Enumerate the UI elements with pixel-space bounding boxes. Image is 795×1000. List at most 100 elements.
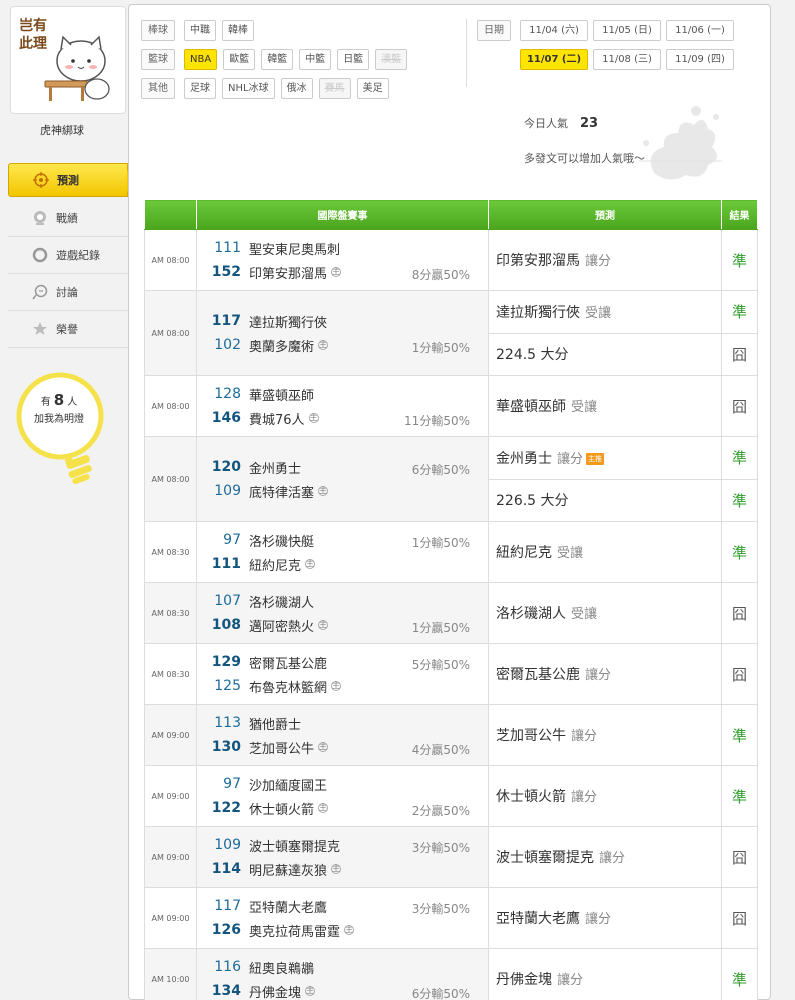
- game-cell: 120 金州勇士 109 底特律活塞主 6分輸50%: [196, 436, 489, 522]
- table-row: AM 08:00 111 聖安東尼奧馬刺 152 印第安那溜馬主 8分贏50% 印第安那溜馬…: [144, 229, 758, 291]
- popularity-label: 今日人氣: [524, 117, 568, 130]
- date-chip[interactable]: 11/06 (一): [666, 19, 734, 41]
- nav-item-predict[interactable]: 預測: [8, 163, 137, 197]
- prediction-team[interactable]: 亞特蘭大老鷹: [496, 911, 580, 927]
- home-team-number: 146: [211, 410, 241, 426]
- home-team: 109 底特律活塞主: [197, 479, 488, 503]
- home-team-name[interactable]: 芝加哥公牛: [249, 738, 314, 757]
- away-team: 113 猶他爵士: [197, 711, 488, 735]
- nav-item-honor[interactable]: 榮譽: [8, 311, 128, 348]
- prediction-team[interactable]: 芝加哥公牛: [496, 728, 566, 744]
- prediction-team[interactable]: 華盛頓巫師: [496, 399, 566, 415]
- prediction-team[interactable]: 丹佛金塊: [496, 972, 552, 988]
- lamp-suffix: 人: [67, 397, 78, 408]
- home-team-name[interactable]: 奧克拉荷馬雷霆: [249, 921, 340, 940]
- league-chip[interactable]: NHL冰球: [222, 77, 275, 99]
- username[interactable]: 虎神綁球: [0, 122, 124, 138]
- away-team-number: 128: [214, 386, 241, 402]
- league-chip[interactable]: 俄冰: [280, 77, 313, 99]
- home-team-name[interactable]: 印第安那溜馬: [249, 263, 327, 282]
- game-time: AM 08:00: [144, 436, 197, 522]
- table-row: AM 08:00 128 華盛頓巫師 146 費城76人主 11分輸50% 華盛頓巫師 受讓囧: [144, 375, 758, 437]
- lamp-follow[interactable]: 有8人 加我為明燈: [8, 372, 120, 484]
- home-team: 114 明尼蘇達灰狼主: [197, 857, 488, 881]
- away-team-number: 107: [214, 593, 241, 609]
- away-team-name[interactable]: 洛杉磯湖人: [249, 592, 314, 611]
- away-team-name[interactable]: 沙加緬度國王: [249, 775, 327, 794]
- avatar[interactable]: 岂有此理: [10, 6, 126, 114]
- league-chip[interactable]: 韓棒: [222, 19, 254, 41]
- result-cell: 準: [721, 704, 758, 766]
- home-team-name[interactable]: 休士頓火箭: [249, 799, 314, 818]
- home-team-number: 122: [211, 800, 241, 816]
- prediction-team[interactable]: 休士頓火箭: [496, 789, 566, 805]
- home-team-name[interactable]: 紐約尼克: [249, 555, 301, 574]
- date-chip[interactable]: 11/08 (三): [593, 48, 661, 70]
- league-chip[interactable]: 日籃: [337, 48, 370, 70]
- game-time: AM 09:00: [144, 887, 197, 949]
- game-cell: 97 沙加緬度國王 122 休士頓火箭主 2分贏50%: [196, 765, 489, 827]
- prediction-team[interactable]: 波士頓塞爾提克: [496, 850, 594, 866]
- league-chip[interactable]: NBA: [184, 48, 218, 70]
- away-team-name[interactable]: 亞特蘭大老鷹: [249, 897, 327, 916]
- league-chip[interactable]: 中籃: [299, 48, 332, 70]
- prediction-type: 受讓: [585, 305, 612, 321]
- away-team-name[interactable]: 達拉斯獨行俠: [249, 312, 327, 331]
- home-team-name[interactable]: 底特律活塞: [249, 482, 314, 501]
- prediction-team[interactable]: 226.5 大分: [496, 493, 569, 509]
- nav-item-game-log[interactable]: 遊戲紀錄: [8, 237, 128, 274]
- date-chip[interactable]: 11/04 (六): [520, 19, 588, 41]
- away-team-name[interactable]: 聖安東尼奧馬刺: [249, 239, 340, 258]
- result-cell: 囧: [721, 582, 758, 644]
- game-cell: 111 聖安東尼奧馬刺 152 印第安那溜馬主 8分贏50%: [196, 229, 489, 291]
- away-team-name[interactable]: 華盛頓巫師: [249, 385, 314, 404]
- prediction-team[interactable]: 金州勇士: [496, 451, 552, 467]
- date-chip[interactable]: 11/05 (日): [593, 19, 661, 41]
- league-chip[interactable]: 韓籃: [261, 48, 294, 70]
- home-team-name[interactable]: 布魯克林籃網: [249, 677, 327, 696]
- date-chip[interactable]: 11/09 (四): [666, 48, 734, 70]
- prediction-team[interactable]: 密爾瓦基公鹿: [496, 667, 580, 683]
- prediction-team[interactable]: 224.5 大分: [496, 347, 569, 363]
- game-cell: 97 洛杉磯快艇 111 紐約尼克主 1分輸50%: [196, 521, 489, 583]
- table-row: AM 08:30 97 洛杉磯快艇 111 紐約尼克主 1分輸50% 紐約尼克 受讓準: [144, 521, 758, 583]
- game-teams: 117 達拉斯獨行俠 102 奧蘭多魔術主 1分輸50%: [197, 291, 488, 375]
- game-time: AM 09:00: [144, 765, 197, 827]
- nav-item-discussion[interactable]: 討論: [8, 274, 128, 311]
- result-cell: 囧: [721, 887, 758, 949]
- home-team-name[interactable]: 丹佛金塊: [249, 982, 301, 1000]
- home-team-name[interactable]: 明尼蘇達灰狼: [249, 860, 327, 879]
- result-cell: 準: [721, 229, 758, 291]
- prediction-type: 讓分: [585, 668, 612, 683]
- away-team-name[interactable]: 猶他爵士: [249, 714, 301, 733]
- prediction-team[interactable]: 紐約尼克: [496, 545, 552, 561]
- home-team-name[interactable]: 邁阿密熱火: [249, 616, 314, 635]
- nav-item-record[interactable]: 戰績: [8, 200, 128, 237]
- league-chip[interactable]: 中職: [184, 19, 216, 41]
- game-time: AM 08:30: [144, 521, 197, 583]
- away-team: 117 達拉斯獨行俠: [197, 309, 488, 333]
- home-team-name[interactable]: 費城76人: [249, 409, 305, 428]
- header-game: 國際盤賽事: [196, 199, 489, 230]
- away-team-name[interactable]: 金州勇士: [249, 458, 301, 477]
- filter-category-label: 籃球: [141, 48, 175, 70]
- league-chip[interactable]: 足球: [184, 77, 216, 99]
- away-team-number: 117: [211, 313, 241, 329]
- result-cell: 準: [721, 478, 758, 522]
- date-label: 日期: [477, 19, 511, 41]
- away-team-name[interactable]: 波士頓塞爾提克: [249, 836, 340, 855]
- spread-result: 6分輸50%: [411, 463, 470, 477]
- away-team-name[interactable]: 紐奧良鵜鶘: [249, 958, 314, 977]
- lamp-count: 8: [53, 391, 65, 409]
- home-team-name[interactable]: 奧蘭多魔術: [249, 336, 314, 355]
- league-chip[interactable]: 美足: [356, 77, 389, 99]
- prediction-team[interactable]: 印第安那溜馬: [496, 253, 580, 269]
- away-team-name[interactable]: 密爾瓦基公鹿: [249, 653, 327, 672]
- prediction-type: 讓分: [571, 729, 598, 744]
- home-team-number: 134: [211, 983, 241, 999]
- prediction-team[interactable]: 達拉斯獨行俠: [496, 305, 580, 321]
- date-chip[interactable]: 11/07 (二): [520, 48, 588, 70]
- prediction-team[interactable]: 洛杉磯湖人: [496, 606, 566, 622]
- away-team-name[interactable]: 洛杉磯快艇: [249, 531, 314, 550]
- league-chip[interactable]: 歐籃: [223, 48, 256, 70]
